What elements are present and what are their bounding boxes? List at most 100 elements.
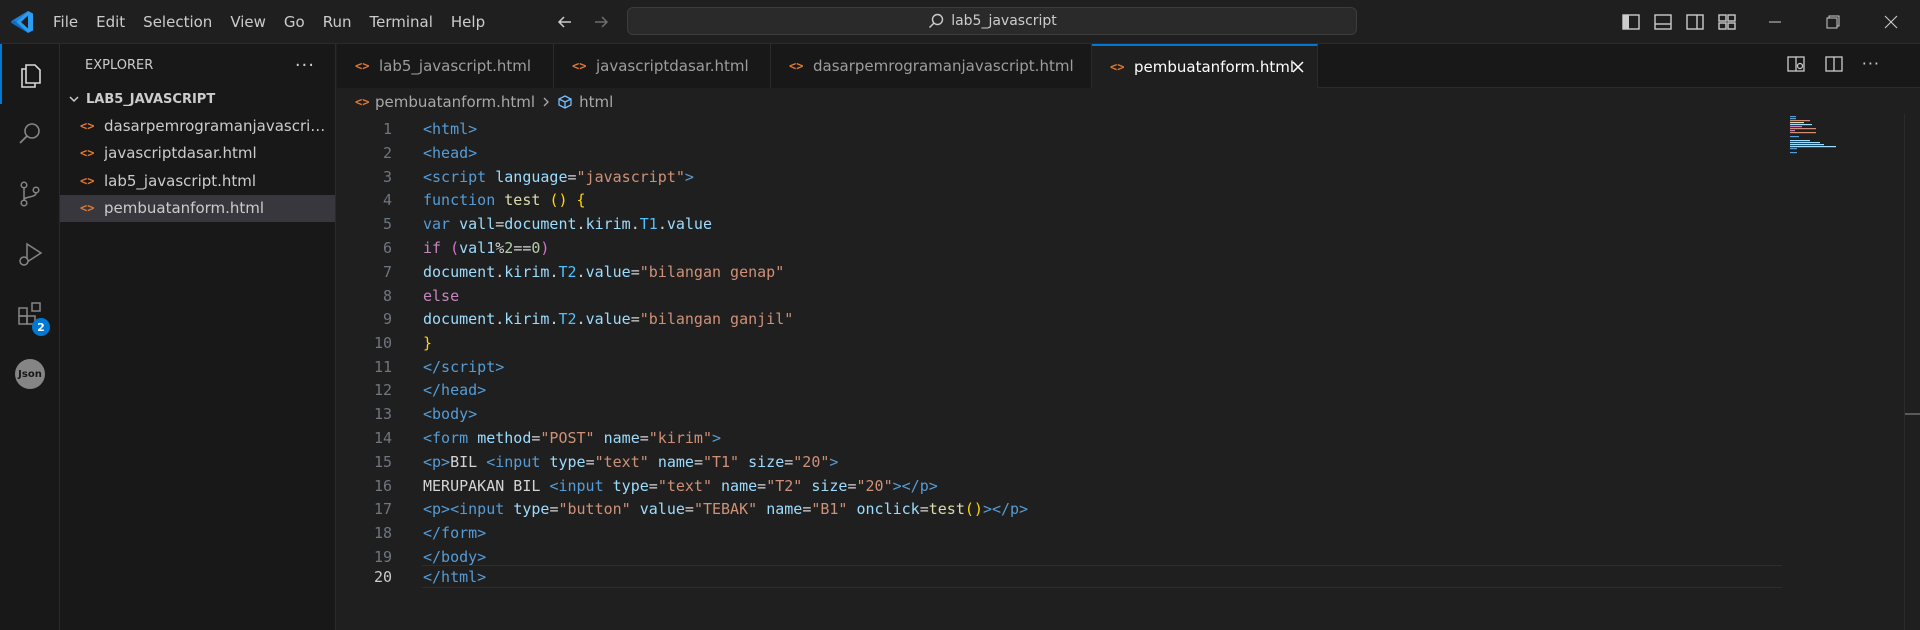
line-number: 10 <box>373 333 392 352</box>
line-number: 17 <box>373 499 392 518</box>
code-editor[interactable]: 1 <html> 2 <head> 3 <script language="javas… <box>337 114 1920 630</box>
open-preview-icon[interactable] <box>1786 54 1806 74</box>
menu-bar: File Edit Selection View Go Run Terminal… <box>44 0 494 44</box>
file-pembuatanform[interactable]: <> pembuatanform.html <box>60 194 335 222</box>
code-line: 8 else <box>337 284 1787 308</box>
tab-label: dasarpemrogramanjavascript.html <box>813 57 1074 75</box>
code-line: 18 </form> <box>337 521 1787 545</box>
json-extension-activity[interactable]: Json <box>0 344 60 404</box>
restore-icon <box>1826 15 1840 29</box>
more-actions-icon[interactable]: ··· <box>295 55 315 76</box>
line-number: 2 <box>382 143 392 162</box>
menu-terminal[interactable]: Terminal <box>361 0 442 44</box>
customize-layout-icon[interactable] <box>1716 11 1738 33</box>
breadcrumb-symbol[interactable]: html <box>579 93 613 111</box>
menu-edit[interactable]: Edit <box>87 0 134 44</box>
sidebar-header: EXPLORER ··· <box>60 44 335 86</box>
menu-file[interactable]: File <box>44 0 87 44</box>
code-text: <p>BIL <input type="text" name="T1" size… <box>423 452 839 471</box>
tab-lab5-javascript[interactable]: <> lab5_javascript.html <box>337 44 554 88</box>
extensions-activity[interactable]: 2 <box>0 284 60 344</box>
folder-lab5-javascript[interactable]: LAB5_JAVASCRIPT <box>60 86 335 112</box>
search-icon <box>19 123 40 144</box>
title-bar: File Edit Selection View Go Run Terminal… <box>0 0 1920 44</box>
command-center-search[interactable]: lab5_javascript <box>627 7 1357 35</box>
code-text: document.kirim.T2.value="bilangan genap" <box>423 262 785 281</box>
file-label: lab5_javascript.html <box>104 171 257 190</box>
minimap[interactable] <box>1790 114 1860 154</box>
menu-selection[interactable]: Selection <box>134 0 221 44</box>
forward-arrow-icon[interactable] <box>588 9 614 35</box>
toggle-secondary-sidebar-icon[interactable] <box>1684 11 1706 33</box>
split-editor-icon[interactable] <box>1824 54 1844 74</box>
menu-help[interactable]: Help <box>442 0 494 44</box>
editor-tab-bar: <> lab5_javascript.html <> javascriptdas… <box>337 44 1920 88</box>
more-editor-actions-icon[interactable]: ··· <box>1862 54 1880 74</box>
code-line: 7 document.kirim.T2.value="bilangan genap… <box>337 260 1787 284</box>
line-number: 11 <box>373 357 392 376</box>
source-control-activity[interactable] <box>0 164 60 224</box>
menu-view[interactable]: View <box>221 0 275 44</box>
line-number: 6 <box>382 238 392 257</box>
search-activity[interactable] <box>0 104 60 164</box>
html-file-icon: <> <box>572 59 587 73</box>
extensions-badge: 2 <box>32 318 50 336</box>
line-number: 3 <box>382 167 392 186</box>
code-line: 11 </script> <box>337 355 1787 379</box>
file-dasarpemrogramanjavascript[interactable]: <> dasarpemrogramanjavascript.html <box>60 112 335 140</box>
run-debug-activity[interactable] <box>0 224 60 284</box>
restore-button[interactable] <box>1804 0 1862 44</box>
tab-pembuatanform[interactable]: <> pembuatanform.html <box>1092 44 1318 88</box>
line-number: 14 <box>373 428 392 447</box>
line-number: 15 <box>373 452 392 471</box>
code-text: <form method="POST" name="kirim"> <box>423 428 722 447</box>
toggle-primary-sidebar-icon[interactable] <box>1620 11 1642 33</box>
code-line: 17 <p><input type="button" value="TEBAK" … <box>337 497 1787 521</box>
code-text: </form> <box>423 523 487 542</box>
tab-label: lab5_javascript.html <box>379 57 532 75</box>
code-line: 1 <html> <box>337 117 1787 141</box>
tab-dasarpemrogramanjavascript[interactable]: <> dasarpemrogramanjavascript.html <box>771 44 1092 88</box>
code-text: </head> <box>423 380 487 399</box>
explorer-sidebar: EXPLORER ··· LAB5_JAVASCRIPT <> dasarpem… <box>60 44 336 630</box>
command-center-text: lab5_javascript <box>951 13 1057 29</box>
vscode-logo-icon <box>11 11 33 33</box>
file-lab5-javascript[interactable]: <> lab5_javascript.html <box>60 167 335 195</box>
code-text: </script> <box>423 357 505 376</box>
line-number: 9 <box>382 309 392 328</box>
file-javascriptdasar[interactable]: <> javascriptdasar.html <box>60 140 335 168</box>
code-text: if (val1%2==0) <box>423 238 550 257</box>
vertical-scrollbar[interactable] <box>1904 114 1920 630</box>
close-tab-icon[interactable] <box>1289 58 1307 76</box>
menu-run[interactable]: Run <box>314 0 361 44</box>
sidebar-title: EXPLORER <box>85 57 154 73</box>
code-text: </body> <box>423 547 487 566</box>
toggle-panel-icon[interactable] <box>1652 11 1674 33</box>
minimize-button[interactable] <box>1746 0 1804 44</box>
menu-go[interactable]: Go <box>275 0 314 44</box>
breadcrumb: <> pembuatanform.html html <box>355 90 613 114</box>
line-number: 8 <box>382 286 392 305</box>
line-number: 20 <box>373 567 392 586</box>
line-number: 16 <box>373 476 392 495</box>
chevron-right-icon <box>543 97 549 107</box>
json-icon: Json <box>15 359 45 389</box>
chevron-down-icon <box>69 96 79 103</box>
back-arrow-icon[interactable] <box>552 9 578 35</box>
code-line: 5 var vall=document.kirim.T1.value <box>337 212 1787 236</box>
tab-javascriptdasar[interactable]: <> javascriptdasar.html <box>554 44 771 88</box>
code-text: } <box>423 333 433 352</box>
line-number: 19 <box>373 547 392 566</box>
explorer-activity[interactable] <box>0 44 60 104</box>
breadcrumb-file[interactable]: pembuatanform.html <box>375 93 535 111</box>
source-control-icon <box>20 181 40 207</box>
line-number: 4 <box>382 190 392 209</box>
line-number: 12 <box>373 380 392 399</box>
code-line: 6 if (val1%2==0) <box>337 236 1787 260</box>
navigation-arrows <box>552 0 614 44</box>
close-window-button[interactable] <box>1862 0 1920 44</box>
file-label: javascriptdasar.html <box>104 144 257 163</box>
html-file-icon: <> <box>80 173 95 188</box>
files-icon <box>21 64 41 88</box>
code-line: 3 <script language="javascript"> <box>337 165 1787 189</box>
